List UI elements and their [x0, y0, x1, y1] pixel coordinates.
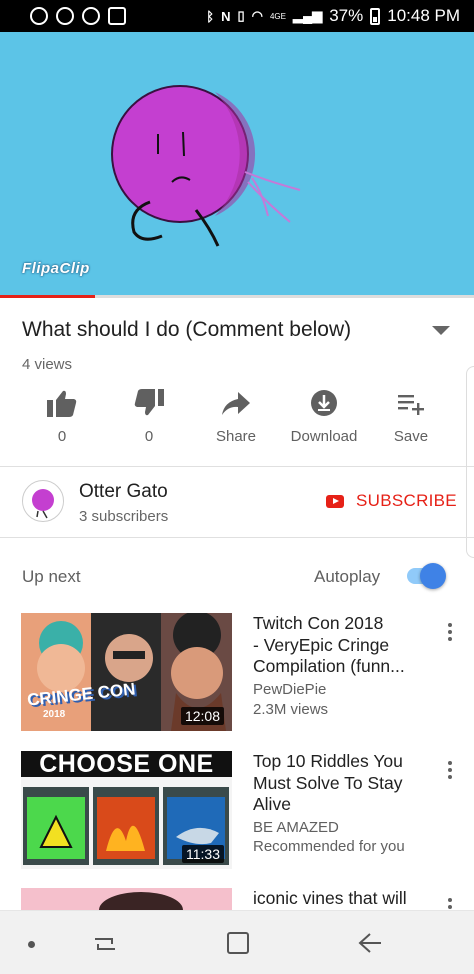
- save-button[interactable]: Save: [366, 388, 456, 445]
- video-views: 2.3M views: [253, 701, 329, 718]
- like-button[interactable]: 0: [17, 388, 107, 445]
- title-line: Must Solve To Stay: [253, 772, 403, 793]
- title-line: - VeryEpic Cringe: [253, 634, 390, 655]
- video-title[interactable]: Top 10 Riddles You Must Solve To Stay Al…: [253, 751, 428, 816]
- thumbnail-text: CHOOSE ONE: [39, 751, 214, 778]
- thumbs-up-icon: [47, 390, 77, 417]
- share-arrow-icon: [222, 392, 250, 415]
- video-progress-fill: [0, 295, 95, 298]
- battery-icon: [370, 7, 381, 25]
- video-title[interactable]: iconic vines that will: [253, 888, 428, 910]
- avatar-image: [32, 489, 54, 519]
- battery-percent: 37%: [329, 6, 364, 25]
- thumbs-down-icon: [134, 389, 164, 416]
- video-title: What should I do (Comment below): [22, 318, 352, 341]
- video-thumbnail[interactable]: CHOOSE ONE 11:33: [21, 751, 232, 869]
- save-label: Save: [393, 428, 429, 445]
- scroll-indicator: [466, 366, 474, 558]
- clock: 10:48 PM: [387, 6, 460, 25]
- download-label: Download: [290, 428, 358, 445]
- thumbnail-image: [21, 888, 232, 910]
- screenshot-icon: [108, 7, 126, 25]
- vibrate-icon: ▯: [237, 8, 245, 23]
- view-count: 4 views: [22, 356, 73, 373]
- autoplay-label: Autoplay: [314, 567, 381, 586]
- subscriber-count: 3 subscribers: [79, 508, 169, 525]
- home-icon[interactable]: [225, 930, 251, 956]
- do-not-disturb-icon: [82, 7, 100, 25]
- flipaclip-watermark: FlipaClip: [22, 260, 90, 277]
- more-options-icon[interactable]: [447, 761, 453, 781]
- like-count: 0: [57, 428, 67, 445]
- expand-description-icon[interactable]: [432, 326, 450, 335]
- autoplay-toggle[interactable]: [420, 563, 446, 589]
- dislike-button[interactable]: 0: [104, 388, 194, 445]
- dislike-count: 0: [144, 428, 154, 445]
- video-progress-bar[interactable]: [0, 295, 474, 298]
- youtube-logo-icon: [326, 494, 344, 508]
- network-type: 4GE: [269, 11, 286, 21]
- title-line: Twitch Con 2018: [253, 613, 384, 633]
- share-button[interactable]: Share: [191, 388, 281, 445]
- recent-apps-icon[interactable]: [92, 931, 118, 957]
- action-row: 0 0 Share Download Save: [0, 388, 474, 450]
- video-meta: Recommended for you: [253, 838, 405, 855]
- channel-avatar[interactable]: [22, 480, 64, 522]
- video-channel: BE AMAZED: [253, 819, 339, 836]
- status-bar: ᛒ N ▯ ◠ 4GE ▂▄▆ 37% 10:48 PM: [0, 0, 474, 32]
- spotify-icon: [30, 7, 48, 25]
- title-line: Top 10 Riddles You: [253, 751, 403, 771]
- divider: [0, 466, 474, 467]
- up-next-heading: Up next: [22, 567, 81, 586]
- video-thumbnail[interactable]: CRINGE CON 2018 12:08: [21, 613, 232, 731]
- list-item[interactable]: CHOOSE ONE 11:33 Top 10 Riddles You Must…: [0, 751, 474, 871]
- download-button[interactable]: Download: [279, 388, 369, 445]
- video-title[interactable]: Twitch Con 2018 - VeryEpic Cringe Compil…: [253, 613, 428, 678]
- thumbnail-year: 2018: [43, 709, 66, 720]
- wifi-icon: ◠: [251, 8, 263, 23]
- signal-icon: ▂▄▆: [292, 8, 323, 23]
- divider: [0, 537, 474, 538]
- video-duration: 11:33: [182, 845, 224, 863]
- download-icon: [311, 390, 337, 416]
- title-line: Alive: [253, 794, 291, 814]
- video-duration: 12:08: [180, 707, 224, 725]
- subscribe-label: SUBSCRIBE: [356, 491, 457, 510]
- video-channel: PewDiePie: [253, 681, 327, 698]
- video-frame-drawing: [111, 85, 301, 247]
- alarm-icon: [56, 7, 74, 25]
- back-icon[interactable]: [356, 930, 384, 956]
- channel-name[interactable]: Otter Gato: [79, 481, 168, 503]
- subscribe-button[interactable]: SUBSCRIBE: [326, 491, 457, 511]
- more-options-icon[interactable]: [447, 623, 453, 643]
- nav-dot-icon: [28, 941, 35, 948]
- bluetooth-icon: ᛒ: [206, 8, 215, 24]
- playlist-add-icon: [398, 395, 424, 415]
- title-line: iconic vines that will: [253, 888, 407, 908]
- share-label: Share: [215, 428, 257, 445]
- list-item[interactable]: CRINGE CON 2018 12:08 Twitch Con 2018 - …: [0, 613, 474, 733]
- nfc-icon: N: [221, 8, 231, 24]
- title-line: Compilation (funn...: [253, 656, 405, 676]
- system-nav-bar: [0, 910, 474, 974]
- video-player[interactable]: FlipaClip: [0, 32, 474, 296]
- video-thumbnail[interactable]: [21, 888, 232, 910]
